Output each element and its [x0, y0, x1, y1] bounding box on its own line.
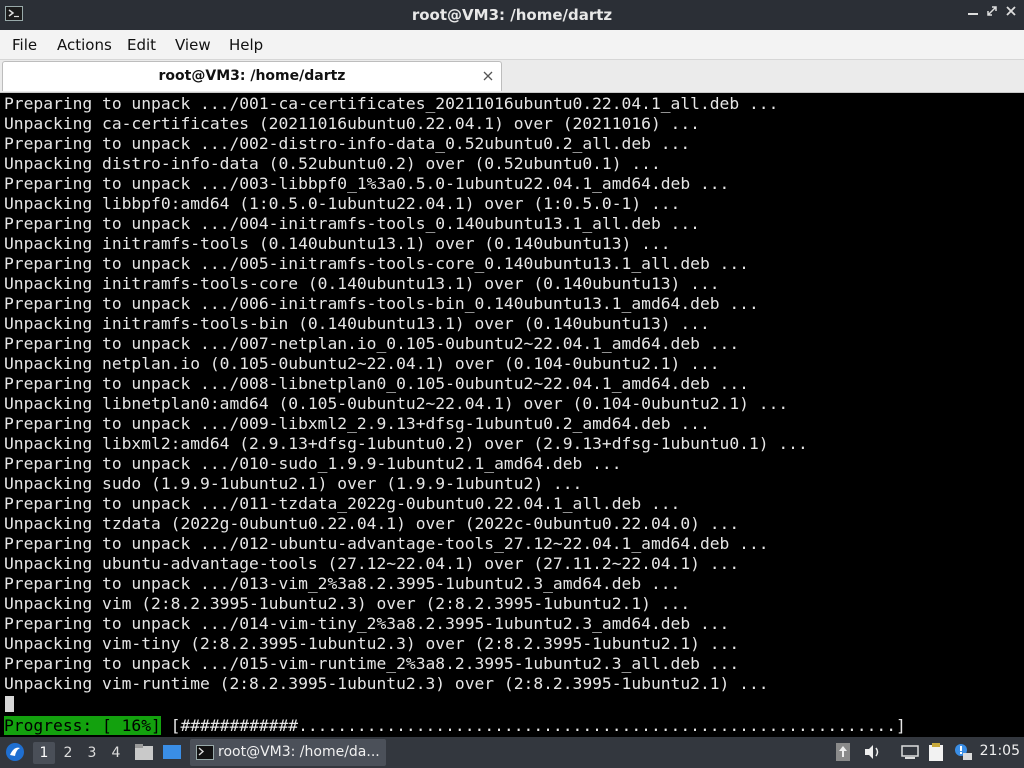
terminal-line: Preparing to unpack .../002-distro-info-… [4, 134, 691, 153]
terminal-lines: Preparing to unpack .../001-ca-certifica… [4, 94, 808, 694]
tray-volume[interactable] [862, 742, 882, 762]
terminal-line: Unpacking initramfs-tools-core (0.140ubu… [4, 274, 720, 293]
folder-icon [135, 744, 153, 760]
workspace-4[interactable]: 4 [105, 742, 127, 764]
workspace-1[interactable]: 1 [33, 742, 55, 764]
terminal-line: Preparing to unpack .../003-libbpf0_1%3a… [4, 174, 730, 193]
taskbar-terminal-window[interactable]: root@VM3: /home/da... [190, 739, 386, 766]
tray-network[interactable] [900, 742, 920, 762]
tab-label: root@VM3: /home/dartz [158, 68, 346, 84]
menu-bar: File Actions Edit View Help [0, 30, 1024, 60]
terminal-line: Preparing to unpack .../007-netplan.io_0… [4, 334, 740, 353]
terminal-line: Preparing to unpack .../009-libxml2_2.9.… [4, 414, 710, 433]
tray-updates[interactable] [834, 742, 854, 762]
tray-notifications[interactable] [953, 742, 973, 762]
apt-progress: Progress: [ 16%] [############..........… [4, 716, 906, 736]
close-window-button[interactable] [1002, 5, 1020, 23]
minimize-icon [968, 13, 978, 15]
terminal-line: Unpacking ubuntu-advantage-tools (27.12~… [4, 554, 740, 573]
terminal-output[interactable]: Preparing to unpack .../001-ca-certifica… [0, 93, 1024, 737]
maximize-icon [987, 6, 997, 16]
menu-edit[interactable]: Edit [127, 36, 156, 54]
upload-icon [836, 743, 850, 761]
workspace-3[interactable]: 3 [81, 742, 103, 764]
terminal-line: Preparing to unpack .../004-initramfs-to… [4, 214, 700, 233]
menu-help[interactable]: Help [229, 36, 263, 54]
terminal-line: Preparing to unpack .../015-vim-runtime_… [4, 654, 740, 673]
menu-view[interactable]: View [175, 36, 211, 54]
terminal-line: Unpacking sudo (1.9.9-1ubuntu2.1) over (… [4, 474, 583, 493]
taskbar-clock[interactable]: 21:05 [980, 743, 1020, 759]
close-icon [1006, 6, 1016, 16]
taskbar-window-label: root@VM3: /home/da... [218, 744, 380, 760]
window-title: root@VM3: /home/dartz [411, 6, 613, 24]
terminal-line: Preparing to unpack .../010-sudo_1.9.9-1… [4, 454, 622, 473]
terminal-line: Preparing to unpack .../011-tzdata_2022g… [4, 494, 681, 513]
close-icon [483, 71, 493, 81]
tab-bar: root@VM3: /home/dartz [0, 60, 1024, 93]
terminal-line: Unpacking tzdata (2022g-0ubuntu0.22.04.1… [4, 514, 740, 533]
terminal-line: Preparing to unpack .../013-vim_2%3a8.2.… [4, 574, 681, 593]
file-manager-launcher[interactable] [134, 743, 154, 763]
volume-icon [865, 745, 879, 759]
terminal-line: Unpacking initramfs-tools (0.140ubuntu13… [4, 234, 671, 253]
menu-actions[interactable]: Actions [57, 36, 112, 54]
start-menu-button[interactable] [5, 742, 25, 762]
terminal-line: Unpacking libxml2:amd64 (2.9.13+dfsg-1ub… [4, 434, 808, 453]
terminal-line: Unpacking libbpf0:amd64 (1:0.5.0-1ubuntu… [4, 194, 681, 213]
terminal-line: Unpacking libnetplan0:amd64 (0.105-0ubun… [4, 394, 789, 413]
progress-label: Progress: [ 16%] [4, 716, 161, 735]
progress-bar: [############...........................… [160, 716, 906, 735]
terminal-line: Preparing to unpack .../001-ca-certifica… [4, 94, 779, 113]
maximize-button[interactable] [983, 5, 1001, 23]
menu-file[interactable]: File [12, 36, 37, 54]
terminal-line: Preparing to unpack .../014-vim-tiny_2%3… [4, 614, 730, 633]
lubuntu-logo-icon [6, 743, 24, 761]
terminal-line: Preparing to unpack .../012-ubuntu-advan… [4, 534, 769, 553]
terminal-line: Unpacking netplan.io (0.105-0ubuntu2~22.… [4, 354, 720, 373]
terminal-icon [196, 745, 214, 760]
terminal-cursor [5, 696, 14, 712]
network-icon [901, 745, 919, 759]
notification-icon [955, 744, 972, 760]
terminal-line: Unpacking vim (2:8.2.3995-1ubuntu2.3) ov… [4, 594, 691, 613]
terminal-line: Preparing to unpack .../005-initramfs-to… [4, 254, 749, 273]
desktop-icon [163, 745, 181, 759]
clipboard-icon [929, 743, 943, 761]
window-titlebar[interactable]: root@VM3: /home/dartz [0, 0, 1024, 30]
tray-clipboard[interactable] [926, 742, 946, 762]
terminal-line: Unpacking vim-runtime (2:8.2.3995-1ubunt… [4, 674, 769, 693]
terminal-line: Preparing to unpack .../006-initramfs-to… [4, 294, 759, 313]
minimize-button[interactable] [964, 5, 982, 23]
workspace-2[interactable]: 2 [57, 742, 79, 764]
terminal-line: Unpacking initramfs-tools-bin (0.140ubun… [4, 314, 710, 333]
terminal-line: Preparing to unpack .../008-libnetplan0_… [4, 374, 749, 393]
tab-close-button[interactable] [483, 67, 493, 85]
terminal-tab[interactable]: root@VM3: /home/dartz [2, 61, 502, 91]
terminal-line: Unpacking ca-certificates (20211016ubunt… [4, 114, 700, 133]
terminal-line: Unpacking vim-tiny (2:8.2.3995-1ubuntu2.… [4, 634, 740, 653]
show-desktop-button[interactable] [162, 743, 182, 763]
taskbar: 1 2 3 4 root@VM3: /home/da... 21:05 [0, 737, 1024, 768]
terminal-line: Unpacking distro-info-data (0.52ubuntu0.… [4, 154, 661, 173]
